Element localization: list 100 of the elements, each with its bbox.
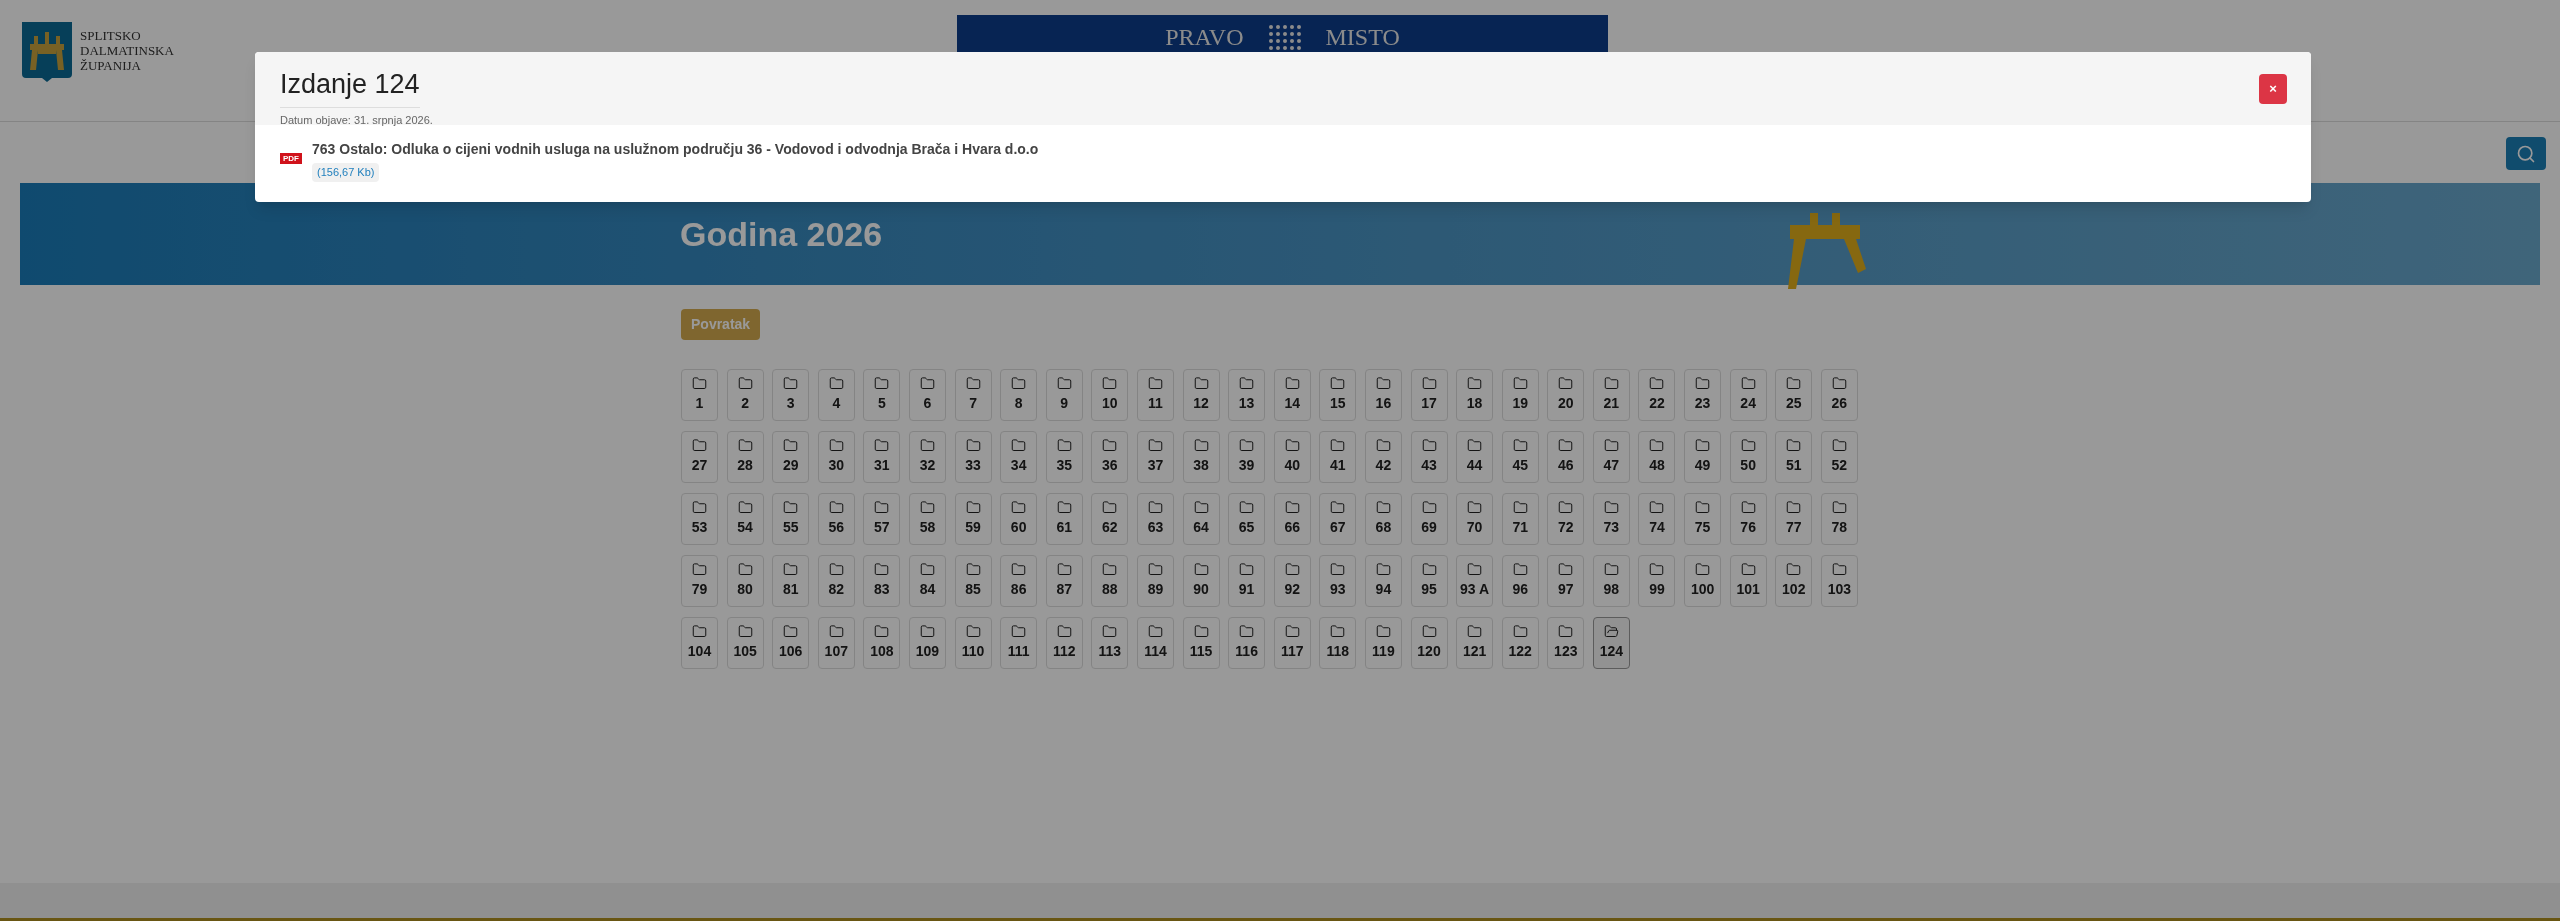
issue-folder-tile[interactable]: 110	[954, 617, 992, 669]
issue-folder-tile[interactable]: 117	[1273, 617, 1311, 669]
issue-folder-tile[interactable]: 103	[1820, 555, 1858, 607]
issue-folder-tile[interactable]: 120	[1410, 617, 1448, 669]
issue-folder-tile[interactable]: 67	[1319, 493, 1357, 545]
issue-folder-tile[interactable]: 123	[1547, 617, 1585, 669]
issue-folder-tile[interactable]: 121	[1456, 617, 1494, 669]
issue-folder-tile[interactable]: 7	[954, 369, 992, 421]
issue-folder-tile[interactable]: 14	[1273, 369, 1311, 421]
issue-folder-tile[interactable]: 66	[1273, 493, 1311, 545]
issue-folder-tile[interactable]: 93	[1319, 555, 1357, 607]
issue-folder-tile[interactable]: 62	[1091, 493, 1129, 545]
issue-folder-tile[interactable]: 99	[1638, 555, 1676, 607]
issue-folder-tile[interactable]: 38	[1182, 431, 1220, 483]
issue-folder-tile[interactable]: 17	[1410, 369, 1448, 421]
issue-folder-tile[interactable]: 68	[1364, 493, 1402, 545]
issue-folder-tile[interactable]: 54	[726, 493, 764, 545]
issue-folder-tile[interactable]: 78	[1820, 493, 1858, 545]
issue-folder-tile[interactable]: 124	[1592, 617, 1630, 669]
issue-folder-tile[interactable]: 87	[1045, 555, 1083, 607]
issue-folder-tile[interactable]: 59	[954, 493, 992, 545]
issue-folder-tile[interactable]: 15	[1319, 369, 1357, 421]
issue-folder-tile[interactable]: 45	[1501, 431, 1539, 483]
issue-folder-tile[interactable]: 108	[863, 617, 901, 669]
issue-folder-tile[interactable]: 11	[1136, 369, 1174, 421]
issue-folder-tile[interactable]: 32	[908, 431, 946, 483]
issue-folder-tile[interactable]: 50	[1729, 431, 1767, 483]
issue-folder-tile[interactable]: 88	[1091, 555, 1129, 607]
issue-folder-tile[interactable]: 83	[863, 555, 901, 607]
issue-folder-tile[interactable]: 72	[1547, 493, 1585, 545]
issue-folder-tile[interactable]: 29	[772, 431, 810, 483]
issue-folder-tile[interactable]: 106	[772, 617, 810, 669]
issue-folder-tile[interactable]: 93 A	[1456, 555, 1494, 607]
issue-folder-tile[interactable]: 118	[1319, 617, 1357, 669]
issue-folder-tile[interactable]: 84	[908, 555, 946, 607]
issue-folder-tile[interactable]: 53	[681, 493, 718, 545]
issue-folder-tile[interactable]: 31	[863, 431, 901, 483]
issue-folder-tile[interactable]: 37	[1136, 431, 1174, 483]
issue-folder-tile[interactable]: 82	[817, 555, 855, 607]
issue-folder-tile[interactable]: 113	[1091, 617, 1129, 669]
issue-folder-tile[interactable]: 73	[1592, 493, 1630, 545]
issue-folder-tile[interactable]: 46	[1547, 431, 1585, 483]
issue-folder-tile[interactable]: 70	[1456, 493, 1494, 545]
issue-folder-tile[interactable]: 40	[1273, 431, 1311, 483]
issue-folder-tile[interactable]: 8	[1000, 369, 1038, 421]
issue-folder-tile[interactable]: 85	[954, 555, 992, 607]
issue-folder-tile[interactable]: 90	[1182, 555, 1220, 607]
issue-folder-tile[interactable]: 9	[1045, 369, 1083, 421]
issue-folder-tile[interactable]: 21	[1592, 369, 1630, 421]
issue-folder-tile[interactable]: 69	[1410, 493, 1448, 545]
issue-folder-tile[interactable]: 28	[726, 431, 764, 483]
issue-folder-tile[interactable]: 86	[1000, 555, 1038, 607]
issue-folder-tile[interactable]: 23	[1684, 369, 1722, 421]
issue-folder-tile[interactable]: 94	[1364, 555, 1402, 607]
issue-folder-tile[interactable]: 91	[1228, 555, 1266, 607]
issue-folder-tile[interactable]: 5	[863, 369, 901, 421]
issue-folder-tile[interactable]: 6	[908, 369, 946, 421]
issue-folder-tile[interactable]: 56	[817, 493, 855, 545]
issue-folder-tile[interactable]: 61	[1045, 493, 1083, 545]
issue-folder-tile[interactable]: 89	[1136, 555, 1174, 607]
issue-folder-tile[interactable]: 47	[1592, 431, 1630, 483]
issue-folder-tile[interactable]: 1	[681, 369, 718, 421]
document-link[interactable]: 763 Ostalo: Odluka o cijeni vodnih usluga na uslužnom području 36 - Vodovod i odvodnja Brača i Hvara d.o.o	[312, 139, 1039, 160]
issue-folder-tile[interactable]: 104	[681, 617, 718, 669]
issue-folder-tile[interactable]: 96	[1501, 555, 1539, 607]
issue-folder-tile[interactable]: 16	[1364, 369, 1402, 421]
issue-folder-tile[interactable]: 43	[1410, 431, 1448, 483]
issue-folder-tile[interactable]: 114	[1136, 617, 1174, 669]
issue-folder-tile[interactable]: 116	[1228, 617, 1266, 669]
issue-folder-tile[interactable]: 35	[1045, 431, 1083, 483]
issue-folder-tile[interactable]: 75	[1684, 493, 1722, 545]
issue-folder-tile[interactable]: 115	[1182, 617, 1220, 669]
issue-folder-tile[interactable]: 55	[772, 493, 810, 545]
issue-folder-tile[interactable]: 33	[954, 431, 992, 483]
issue-folder-tile[interactable]: 60	[1000, 493, 1038, 545]
issue-folder-tile[interactable]: 13	[1228, 369, 1266, 421]
issue-folder-tile[interactable]: 97	[1547, 555, 1585, 607]
issue-folder-tile[interactable]: 26	[1820, 369, 1858, 421]
search-button[interactable]	[2506, 137, 2546, 170]
issue-folder-tile[interactable]: 20	[1547, 369, 1585, 421]
issue-folder-tile[interactable]: 112	[1045, 617, 1083, 669]
issue-folder-tile[interactable]: 76	[1729, 493, 1767, 545]
issue-folder-tile[interactable]: 98	[1592, 555, 1630, 607]
issue-folder-tile[interactable]: 22	[1638, 369, 1676, 421]
issue-folder-tile[interactable]: 49	[1684, 431, 1722, 483]
issue-folder-tile[interactable]: 101	[1729, 555, 1767, 607]
issue-folder-tile[interactable]: 48	[1638, 431, 1676, 483]
issue-folder-tile[interactable]: 92	[1273, 555, 1311, 607]
issue-folder-tile[interactable]: 51	[1775, 431, 1813, 483]
issue-folder-tile[interactable]: 81	[772, 555, 810, 607]
issue-folder-tile[interactable]: 41	[1319, 431, 1357, 483]
issue-folder-tile[interactable]: 119	[1364, 617, 1402, 669]
issue-folder-tile[interactable]: 27	[681, 431, 718, 483]
close-button[interactable]: ×	[2259, 74, 2287, 104]
issue-folder-tile[interactable]: 24	[1729, 369, 1767, 421]
issue-folder-tile[interactable]: 39	[1228, 431, 1266, 483]
issue-folder-tile[interactable]: 105	[726, 617, 764, 669]
issue-folder-tile[interactable]: 3	[772, 369, 810, 421]
issue-folder-tile[interactable]: 80	[726, 555, 764, 607]
issue-folder-tile[interactable]: 122	[1501, 617, 1539, 669]
